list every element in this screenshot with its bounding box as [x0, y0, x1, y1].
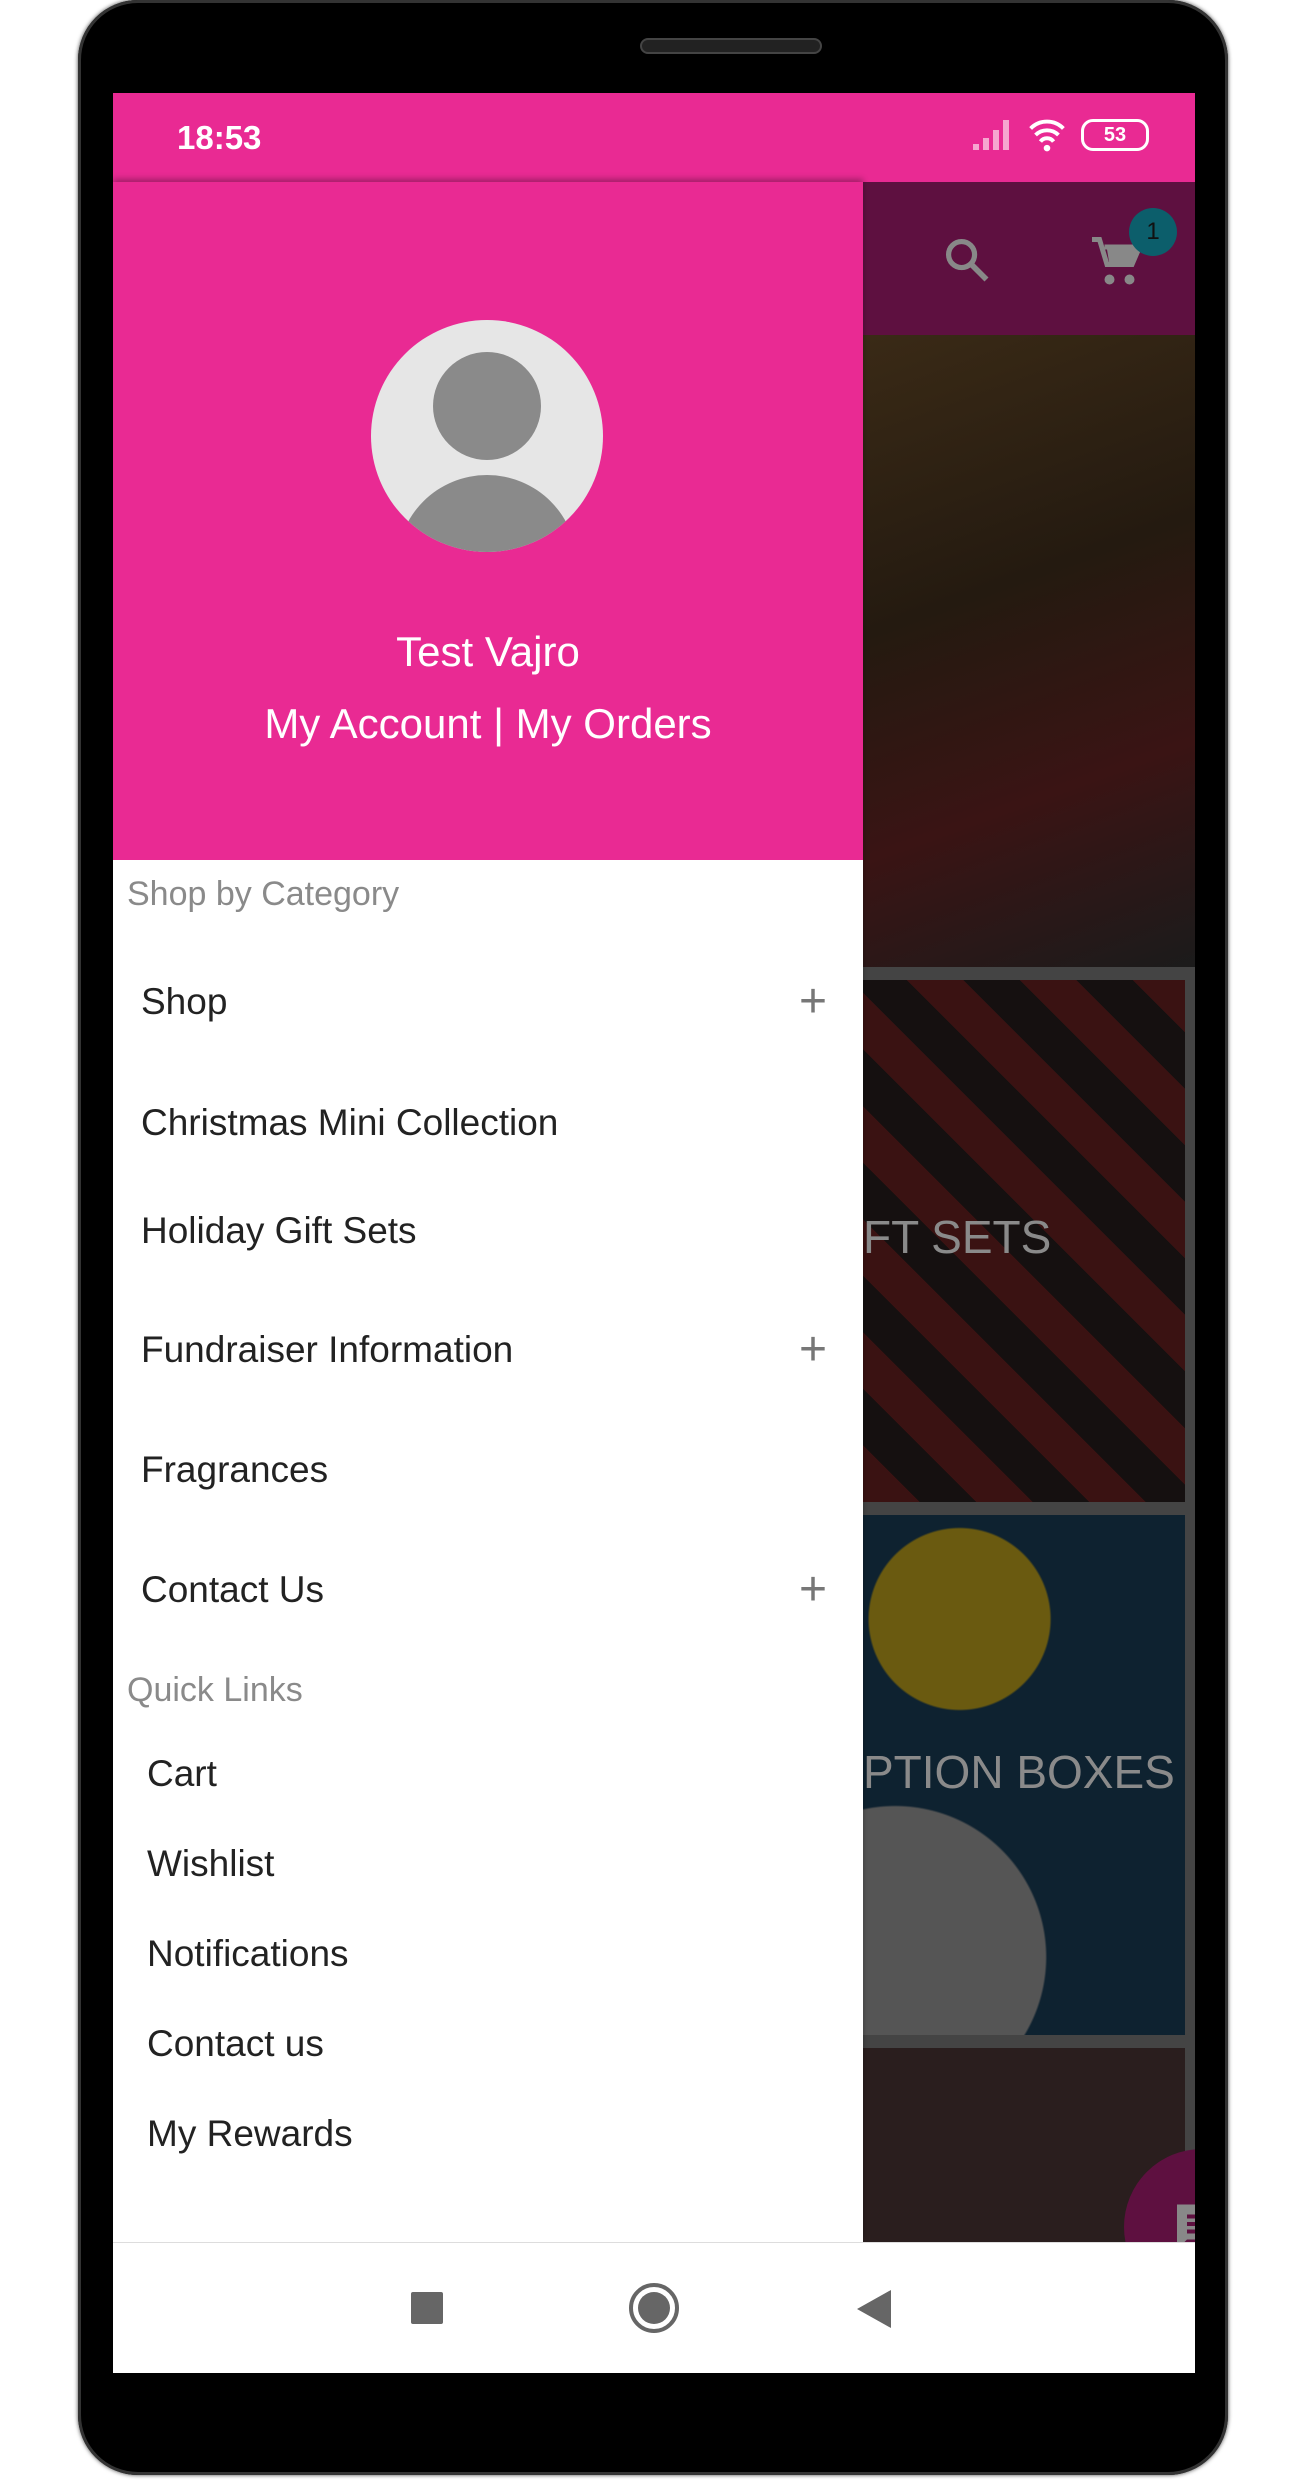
- user-name[interactable]: Test Vajro: [113, 628, 863, 676]
- expand-icon[interactable]: +: [799, 1560, 827, 1620]
- speaker-grille: [640, 38, 822, 54]
- status-bar: 18:53 53: [113, 93, 1195, 182]
- search-icon[interactable]: [941, 234, 993, 286]
- recents-button[interactable]: [411, 2292, 443, 2324]
- quick-link-my-rewards[interactable]: My Rewards: [147, 2113, 353, 2155]
- category-contact-us[interactable]: Contact Us +: [141, 1560, 851, 1620]
- quick-link-wishlist[interactable]: Wishlist: [147, 1843, 274, 1885]
- section-shop-by-category: Shop by Category: [127, 875, 400, 913]
- account-links[interactable]: My Account | My Orders: [113, 700, 863, 748]
- banner-gift-sets[interactable]: FT SETS: [863, 980, 1185, 1502]
- drawer-header: Test Vajro My Account | My Orders: [113, 182, 863, 860]
- quick-link-cart[interactable]: Cart: [147, 1753, 217, 1795]
- home-button[interactable]: [629, 2283, 679, 2333]
- expand-icon[interactable]: +: [799, 972, 827, 1032]
- category-shop[interactable]: Shop +: [141, 972, 851, 1032]
- back-button[interactable]: [857, 2290, 891, 2328]
- banner-image[interactable]: [863, 335, 1195, 967]
- wifi-icon: [1029, 119, 1065, 152]
- navigation-drawer: Test Vajro My Account | My Orders Shop b…: [113, 182, 863, 2242]
- quick-link-contact-us[interactable]: Contact us: [147, 2023, 324, 2065]
- clock: 18:53: [177, 119, 262, 156]
- category-christmas-mini-collection[interactable]: Christmas Mini Collection: [141, 1093, 851, 1153]
- quick-link-notifications[interactable]: Notifications: [147, 1933, 349, 1975]
- avatar[interactable]: [371, 320, 603, 552]
- cart-badge: 1: [1129, 208, 1177, 256]
- screen: 1 FT SETS PTION BOXES 18:53 53 Test Vajr…: [113, 93, 1195, 2373]
- category-holiday-gift-sets[interactable]: Holiday Gift Sets: [141, 1201, 851, 1261]
- battery-icon: 53: [1081, 119, 1149, 151]
- category-fundraiser-information[interactable]: Fundraiser Information +: [141, 1320, 851, 1380]
- section-quick-links: Quick Links: [127, 1671, 303, 1709]
- background-page: 1 FT SETS PTION BOXES: [863, 182, 1195, 2305]
- expand-icon[interactable]: +: [799, 1320, 827, 1380]
- category-fragrances[interactable]: Fragrances: [141, 1440, 851, 1500]
- app-bar: 1: [863, 182, 1195, 335]
- signal-icon: [973, 120, 1009, 150]
- system-nav-bar: [113, 2242, 1195, 2373]
- banner-subscription-boxes[interactable]: PTION BOXES: [863, 1515, 1185, 2035]
